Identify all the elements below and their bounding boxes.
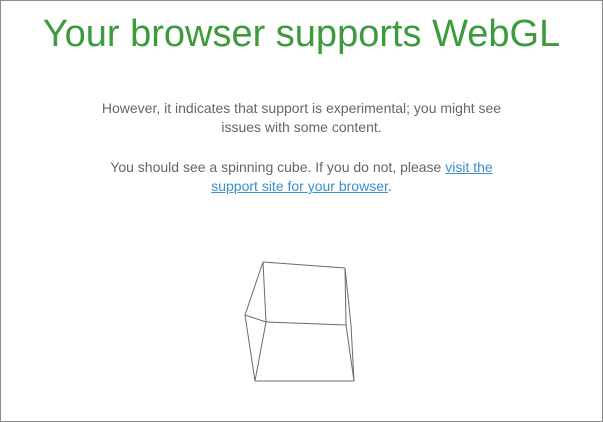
page-frame: Your browser supports WebGL However, it … <box>0 0 603 422</box>
page-title: Your browser supports WebGL <box>42 13 561 55</box>
spinning-cube-canvas <box>241 259 357 385</box>
experimental-notice: However, it indicates that support is ex… <box>101 100 502 135</box>
cube-outro-text: . <box>387 178 392 194</box>
cube-left-top-front-edge <box>244 314 267 323</box>
cube-instructions: You should see a spinning cube. If you d… <box>96 158 507 196</box>
cube-left-front-edge <box>244 314 256 382</box>
cube-top-back-edge <box>262 261 346 269</box>
cube-inner-left-edge <box>254 321 267 382</box>
cube-front-top-edge <box>265 321 347 326</box>
cube-left-back-edge <box>244 261 264 316</box>
cube-left-diagonal-edge <box>262 261 267 323</box>
cube-wireframe <box>244 261 355 382</box>
cube-intro-text: You should see a spinning cube. If you d… <box>110 159 446 175</box>
